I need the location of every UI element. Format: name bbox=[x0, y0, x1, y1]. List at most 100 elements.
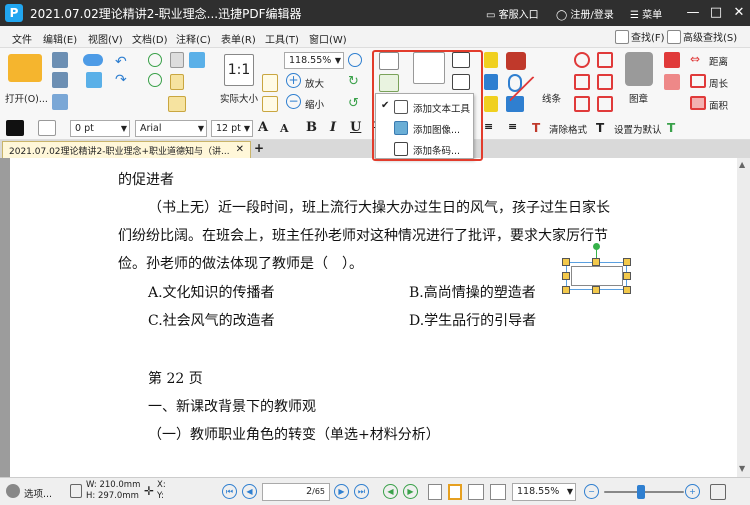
menu-file[interactable]: 文件 bbox=[12, 31, 32, 46]
menu-form[interactable]: 表单(R) bbox=[221, 31, 256, 46]
gear-icon[interactable] bbox=[6, 484, 20, 498]
open-folder-icon[interactable] bbox=[8, 54, 42, 82]
font-size-select[interactable]: 12 pt ▼ bbox=[211, 120, 253, 137]
rotate-cw-icon[interactable]: ↻ bbox=[348, 74, 362, 89]
clear-format-label[interactable]: 清除格式 bbox=[549, 122, 587, 136]
back-icon[interactable] bbox=[148, 53, 162, 67]
zoom-select[interactable]: 118.55% ▼ bbox=[284, 52, 344, 69]
hand-tool-icon[interactable] bbox=[170, 52, 184, 68]
line-label[interactable]: 线条 bbox=[542, 91, 561, 105]
customer-service-link[interactable]: ▭ 客服入口 bbox=[486, 6, 539, 21]
close-icon[interactable]: ✕ bbox=[729, 3, 749, 23]
scroll-down-icon[interactable]: ▼ bbox=[739, 464, 745, 473]
perimeter-label[interactable]: 周长 bbox=[709, 76, 728, 90]
clear-format-icon[interactable]: T bbox=[532, 121, 546, 135]
eraser-icon[interactable] bbox=[664, 74, 680, 90]
distance-label[interactable]: 距离 bbox=[709, 54, 728, 68]
bold-icon[interactable]: B bbox=[306, 120, 317, 135]
rotate-handle[interactable] bbox=[593, 243, 600, 250]
stamp-icon[interactable] bbox=[625, 52, 653, 86]
rotate-ccw-icon[interactable]: ↺ bbox=[348, 96, 362, 111]
continuous-page-icon[interactable] bbox=[448, 484, 462, 500]
save-as-icon[interactable] bbox=[52, 94, 68, 110]
increase-font-icon[interactable]: A bbox=[258, 120, 268, 135]
textbox-inner[interactable] bbox=[571, 266, 623, 286]
circle-icon[interactable] bbox=[574, 52, 590, 68]
underline-text-icon[interactable]: U bbox=[350, 120, 361, 135]
back-view-icon[interactable]: ◀ bbox=[383, 484, 398, 499]
font-select[interactable]: Arial ▼ bbox=[135, 120, 207, 137]
zoom-in-label[interactable]: 放大 bbox=[305, 76, 324, 90]
resize-handle-se[interactable] bbox=[623, 286, 631, 294]
stamp-label[interactable]: 图章 bbox=[629, 91, 648, 105]
select-area-icon[interactable] bbox=[168, 96, 186, 112]
menu-window[interactable]: 窗口(W) bbox=[309, 31, 347, 46]
pentagon-icon[interactable] bbox=[597, 52, 613, 68]
align-right-icon[interactable]: ≡ bbox=[484, 120, 493, 133]
page-input[interactable]: 2/65 bbox=[262, 483, 330, 501]
zoom-out-status-icon[interactable]: − bbox=[584, 484, 599, 499]
pencil-icon[interactable] bbox=[664, 52, 680, 68]
set-default-label[interactable]: 设置为默认 bbox=[614, 122, 662, 136]
resize-handle-e[interactable] bbox=[623, 272, 631, 280]
zoom-in-icon[interactable]: + bbox=[286, 73, 301, 88]
new-tab-button[interactable]: + bbox=[254, 141, 264, 155]
zoom-out-label[interactable]: 缩小 bbox=[305, 97, 324, 111]
cloud-shape-icon[interactable] bbox=[597, 74, 613, 90]
fit-width-icon[interactable] bbox=[262, 96, 278, 112]
actual-size-label[interactable]: 实际大小 bbox=[220, 91, 258, 105]
resize-handle-sw[interactable] bbox=[562, 286, 570, 294]
snapshot-icon[interactable] bbox=[189, 52, 205, 68]
strike-icon[interactable] bbox=[484, 96, 498, 112]
fullscreen-icon[interactable] bbox=[710, 484, 726, 500]
forward-icon[interactable] bbox=[148, 73, 162, 87]
redo-icon[interactable]: ↷ bbox=[115, 72, 131, 88]
highlight-icon[interactable] bbox=[484, 52, 498, 68]
maximize-icon[interactable]: □ bbox=[706, 3, 726, 23]
actual-size-icon[interactable]: 1:1 bbox=[224, 54, 254, 86]
resize-handle-s[interactable] bbox=[592, 286, 600, 294]
menu-tools[interactable]: 工具(T) bbox=[265, 31, 299, 46]
two-page-icon[interactable] bbox=[468, 484, 484, 500]
print-icon[interactable] bbox=[52, 72, 68, 88]
prev-page-icon[interactable]: ◀ bbox=[242, 484, 257, 499]
apply-style-icon[interactable]: T bbox=[667, 121, 681, 135]
zoom-in-status-icon[interactable]: + bbox=[685, 484, 700, 499]
advanced-find-button[interactable]: 高级查找(S) bbox=[667, 29, 737, 44]
area-label[interactable]: 面积 bbox=[709, 98, 728, 112]
set-default-icon[interactable]: T bbox=[596, 121, 610, 135]
open-label[interactable]: 打开(O)... bbox=[5, 91, 48, 105]
minimize-icon[interactable]: — bbox=[683, 3, 703, 23]
magnifier-icon[interactable] bbox=[348, 53, 362, 67]
polygon-icon[interactable] bbox=[574, 74, 590, 90]
menu-comment[interactable]: 注释(C) bbox=[176, 31, 211, 46]
star-icon[interactable] bbox=[597, 96, 613, 112]
italic-icon[interactable]: I bbox=[330, 120, 336, 135]
fill-color-icon[interactable] bbox=[6, 120, 24, 136]
resize-handle-w[interactable] bbox=[562, 272, 570, 280]
resize-handle-n[interactable] bbox=[592, 258, 600, 266]
resize-handle-ne[interactable] bbox=[623, 258, 631, 266]
first-page-icon[interactable]: ⏮ bbox=[222, 484, 237, 499]
align-justify-icon[interactable]: ≡ bbox=[508, 120, 517, 133]
menu-document[interactable]: 文档(D) bbox=[132, 31, 168, 46]
rectangle-icon[interactable] bbox=[574, 96, 590, 112]
zoom-status-select[interactable]: 118.55% ▼ bbox=[512, 483, 576, 501]
undo-icon[interactable]: ↶ bbox=[115, 54, 131, 70]
menu-edit[interactable]: 编辑(E) bbox=[43, 31, 77, 46]
cloud-icon[interactable] bbox=[83, 54, 103, 66]
document-tab[interactable]: 2021.07.02理论精讲2-职业理念+职业道德知与（讲... ✕ bbox=[2, 141, 251, 158]
fit-page-icon[interactable] bbox=[262, 74, 278, 92]
email-icon[interactable] bbox=[86, 72, 102, 88]
perimeter-icon[interactable] bbox=[690, 74, 706, 88]
main-menu-button[interactable]: ☰ 菜单 bbox=[630, 6, 662, 21]
underline-icon[interactable] bbox=[484, 74, 498, 90]
single-page-icon[interactable] bbox=[428, 484, 442, 500]
next-page-icon[interactable]: ▶ bbox=[334, 484, 349, 499]
close-tab-icon[interactable]: ✕ bbox=[236, 144, 244, 155]
area-icon[interactable] bbox=[690, 96, 706, 110]
scroll-up-icon[interactable]: ▲ bbox=[739, 160, 745, 169]
zoom-out-icon[interactable]: − bbox=[286, 94, 301, 109]
line-width-select[interactable]: 0 pt ▼ bbox=[70, 120, 130, 137]
select-text-icon[interactable] bbox=[170, 74, 184, 90]
